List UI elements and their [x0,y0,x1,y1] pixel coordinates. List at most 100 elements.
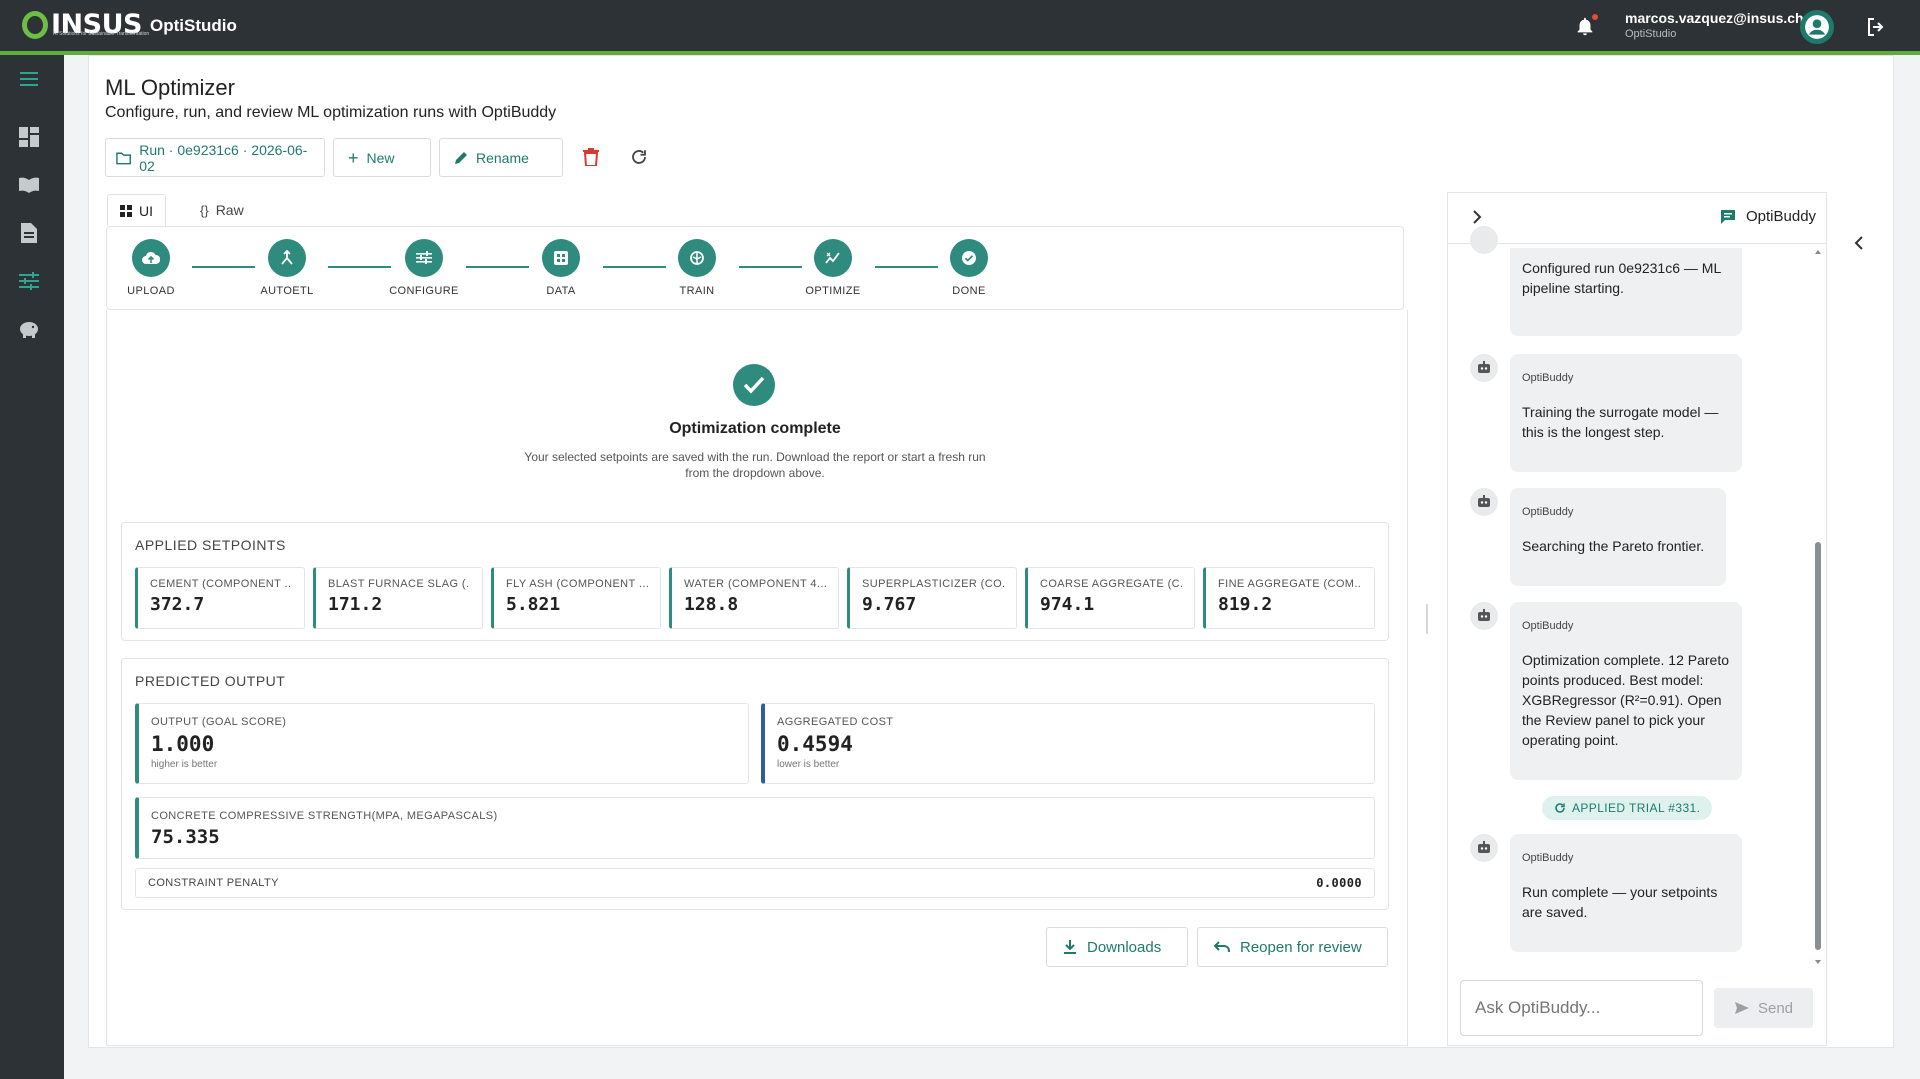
panel-resize-handle[interactable] [1426,604,1428,634]
aggregated-cost-hint: lower is better [777,759,840,770]
setpoint-label: WATER (COMPONENT 4... [684,578,826,590]
message-sender: OptiBuddy [1522,852,1574,864]
tab-raw[interactable]: {} Raw [188,194,256,226]
strength-card: CONCRETE COMPRESSIVE STRENGTH(MPA, MEGAP… [135,797,1375,859]
chat-icon [1721,209,1735,224]
step-optimize[interactable]: OPTIMIZE [793,239,873,297]
sync-icon [1555,803,1565,813]
run-selector-label: Run · 0e9231c6 · 2026-06-02 [139,141,308,174]
book-icon[interactable] [17,173,41,197]
scroll-up-icon[interactable] [1814,248,1822,256]
document-icon[interactable] [17,221,41,245]
step-label: TRAIN [679,285,715,297]
chat-input[interactable] [1460,980,1703,1036]
logo-ring-icon [22,10,48,39]
new-run-label: New [366,149,395,166]
applied-trial-label: APPLIED TRIAL #331. [1572,801,1701,815]
delete-button[interactable] [579,145,603,169]
step-done[interactable]: DONE [929,239,1009,297]
run-selector[interactable]: Run · 0e9231c6 · 2026-06-02 [105,138,325,177]
tab-ui-label: UI [139,202,153,219]
step-train[interactable]: TRAIN [657,239,737,297]
app-name: OptiStudio [150,16,237,35]
send-icon [1734,1002,1749,1014]
logout-icon[interactable] [1864,15,1888,39]
new-run-button[interactable]: + New [333,138,431,177]
pipeline-stepper: UPLOAD AUTOETL CONFIGURE DATA TRAIN OPTI… [106,226,1404,310]
goal-score-value: 1.000 [151,732,215,756]
chat-scrollbar-thumb[interactable] [1815,542,1821,950]
step-upload[interactable]: UPLOAD [111,239,191,297]
refresh-button[interactable] [627,145,651,169]
goal-score-label: OUTPUT (GOAL SCORE) [151,716,287,728]
setpoint-card: FINE AGGREGATE (COM... 819.2 [1203,567,1375,629]
message-text: Optimization complete. 12 Pareto points … [1522,652,1729,748]
aggregated-cost-label: AGGREGATED COST [777,716,894,728]
step-autoetl[interactable]: AUTOETL [247,239,327,297]
send-button[interactable]: Send [1714,988,1813,1028]
step-label: CONFIGURE [389,285,459,297]
user-info: marcos.vazquez@insus.ch OptiStudio [1625,10,1804,40]
step-connector [466,266,529,268]
folder-icon [116,152,131,164]
applied-setpoints-panel: APPLIED SETPOINTS CEMENT (COMPONENT ... … [121,522,1389,641]
setpoint-label: COARSE AGGREGATE (C... [1040,578,1182,590]
user-email: marcos.vazquez@insus.ch [1625,10,1804,26]
rename-button[interactable]: Rename [439,138,563,177]
penalty-value: 0.0000 [1316,876,1362,890]
step-configure[interactable]: CONFIGURE [384,239,464,297]
rename-label: Rename [476,149,529,166]
tab-ui[interactable]: UI [107,194,166,226]
sliders-icon[interactable] [17,269,41,293]
step-connector [192,266,255,268]
panel-title: APPLIED SETPOINTS [135,537,286,553]
send-label: Send [1757,999,1794,1017]
downloads-button[interactable]: Downloads [1046,927,1188,967]
message-text: Configured run 0e9231c6 — ML pipeline st… [1522,260,1721,296]
setpoint-card: FLY ASH (COMPONENT ... 5.821 [491,567,661,629]
message-text: Run complete — your setpoints are saved. [1522,884,1718,920]
upload-cloud-icon [132,239,170,277]
reopen-review-button[interactable]: Reopen for review [1197,927,1388,967]
bot-avatar-icon [1470,226,1498,254]
applied-trial-badge: APPLIED TRIAL #331. [1542,796,1713,820]
scroll-down-icon[interactable] [1814,958,1822,966]
plus-icon: + [348,147,359,168]
code-braces-icon: {} [200,202,209,218]
goal-score-hint: higher is better [151,759,218,770]
setpoint-value: 974.1 [1040,594,1095,615]
strength-label: CONCRETE COMPRESSIVE STRENGTH(MPA, MEGAP… [151,810,498,822]
dashboard-icon[interactable] [17,125,41,149]
bot-avatar-icon [1470,354,1498,382]
chevron-left-icon[interactable] [1853,235,1865,254]
trash-icon [583,148,599,166]
piggy-bank-icon[interactable] [17,317,41,341]
optimize-icon [814,239,852,277]
undo-icon [1214,941,1230,952]
tune-icon [405,239,443,277]
setpoint-value: 128.8 [684,594,739,615]
message-sender: OptiBuddy [1522,372,1574,384]
step-label: DONE [952,285,986,297]
goal-score-card: OUTPUT (GOAL SCORE) 1.000 higher is bett… [135,703,749,784]
step-data[interactable]: DATA [521,239,601,297]
aggregated-cost-value: 0.4594 [777,732,853,756]
bot-avatar-icon [1470,488,1498,516]
setpoint-value: 9.767 [862,594,917,615]
setpoint-card: COARSE AGGREGATE (C... 974.1 [1025,567,1195,629]
setpoint-label: CEMENT (COMPONENT ... [150,578,292,590]
bot-avatar-icon [1470,834,1498,862]
step-label: DATA [546,285,576,297]
aggregated-cost-card: AGGREGATED COST 0.4594 lower is better [761,703,1375,784]
completion-text: Your selected setpoints are saved with t… [524,450,986,480]
menu-icon[interactable] [17,67,41,91]
setpoint-card: BLAST FURNACE SLAG (... 171.2 [313,567,483,629]
setpoint-value: 819.2 [1218,594,1273,615]
brain-icon [678,239,716,277]
chat-message: OptiBuddy Searching the Pareto frontier. [1510,488,1726,586]
refresh-icon [632,150,646,164]
page-title: ML Optimizer [105,75,235,100]
avatar[interactable] [1800,10,1834,44]
setpoint-card: WATER (COMPONENT 4... 128.8 [669,567,839,629]
setpoint-label: FLY ASH (COMPONENT ... [506,578,648,590]
